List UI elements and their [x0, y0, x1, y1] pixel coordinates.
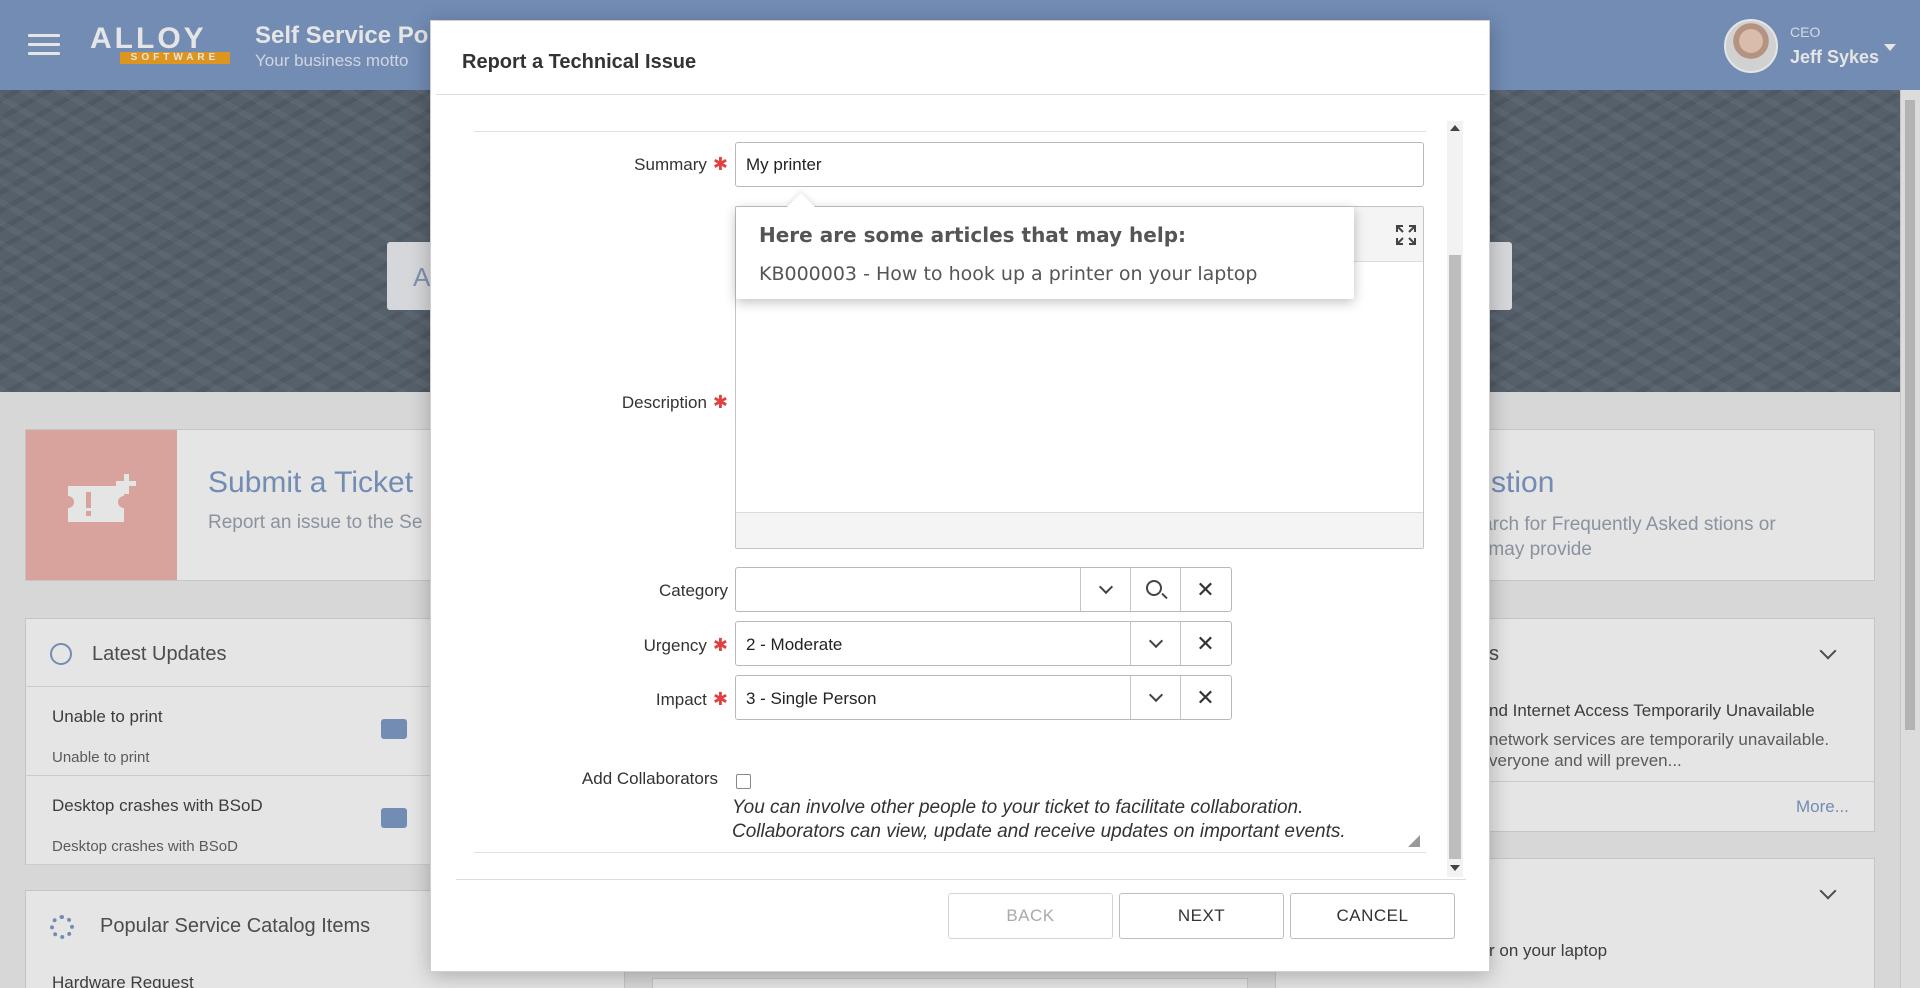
expand-icon[interactable]	[1396, 225, 1416, 245]
urgency-clear-button[interactable]: ✕	[1180, 622, 1230, 665]
urgency-value: 2 - Moderate	[746, 635, 843, 654]
divider	[456, 879, 1466, 880]
scroll-up-arrow-icon[interactable]	[1450, 125, 1460, 131]
impact-dropdown-button[interactable]	[1130, 676, 1180, 719]
cancel-button[interactable]: CANCEL	[1290, 893, 1455, 939]
description-label-text: Description	[621, 393, 707, 412]
category-clear-button[interactable]: ✕	[1180, 568, 1230, 611]
collaborators-label: Add Collaborators	[468, 769, 718, 789]
suggestions-heading: Here are some articles that may help:	[759, 223, 1187, 247]
required-asterisk-icon: ✱	[712, 689, 728, 709]
help-line-1: You can involve other people to your tic…	[732, 797, 1304, 818]
chevron-down-icon	[1148, 687, 1163, 703]
category-search-button[interactable]	[1130, 568, 1180, 611]
suggested-article-link[interactable]: KB000003 - How to hook up a printer on y…	[759, 263, 1258, 285]
description-label: Description ✱	[468, 392, 728, 413]
urgency-label: Urgency ✱	[468, 635, 728, 656]
dialog-scroll-thumb[interactable]	[1449, 255, 1461, 859]
impact-label-text: Impact	[655, 690, 707, 709]
close-icon: ✕	[1196, 576, 1215, 602]
category-dropdown-button[interactable]	[1080, 568, 1130, 611]
urgency-dropdown-button[interactable]	[1130, 622, 1180, 665]
chevron-down-icon	[1098, 579, 1113, 595]
report-issue-dialog: Report a Technical Issue Summary ✱ Descri…	[430, 20, 1490, 972]
summary-input[interactable]	[735, 142, 1424, 187]
back-button[interactable]: BACK	[948, 893, 1113, 939]
article-suggestions-popover: Here are some articles that may help: KB…	[736, 192, 1354, 299]
close-icon: ✕	[1196, 630, 1215, 656]
dialog-scrollbar[interactable]	[1447, 121, 1463, 877]
close-icon: ✕	[1196, 684, 1215, 710]
divider	[474, 852, 1426, 853]
urgency-select[interactable]: 2 - Moderate ✕	[735, 621, 1232, 666]
category-combo[interactable]: ✕	[735, 567, 1232, 612]
chevron-down-icon	[1148, 633, 1163, 649]
collaborators-label-text: Add Collaborators	[581, 769, 718, 788]
required-asterisk-icon: ✱	[712, 635, 728, 655]
impact-label: Impact ✱	[468, 689, 728, 710]
category-label-text: Category	[659, 581, 728, 600]
impact-value: 3 - Single Person	[746, 689, 877, 708]
popover-arrow	[786, 192, 816, 222]
help-line-2: Collaborators can view, update and recei…	[732, 821, 1346, 842]
editor-statusbar	[736, 512, 1423, 847]
impact-select[interactable]: 3 - Single Person ✕	[735, 675, 1232, 720]
divider	[436, 94, 1486, 95]
search-icon	[1146, 580, 1162, 596]
divider	[474, 131, 1426, 132]
required-asterisk-icon: ✱	[712, 154, 728, 174]
required-asterisk-icon: ✱	[712, 392, 728, 412]
summary-label-text: Summary	[634, 155, 707, 174]
dialog-title: Report a Technical Issue	[462, 51, 697, 73]
urgency-label-text: Urgency	[643, 636, 707, 655]
impact-clear-button[interactable]: ✕	[1180, 676, 1230, 719]
summary-label: Summary ✱	[468, 154, 728, 175]
collaborators-help-text: You can involve other people to your tic…	[732, 796, 1432, 844]
scroll-down-arrow-icon[interactable]	[1450, 865, 1460, 871]
next-button[interactable]: NEXT	[1119, 893, 1284, 939]
category-label: Category	[468, 581, 728, 601]
add-collaborators-checkbox[interactable]	[736, 774, 751, 789]
